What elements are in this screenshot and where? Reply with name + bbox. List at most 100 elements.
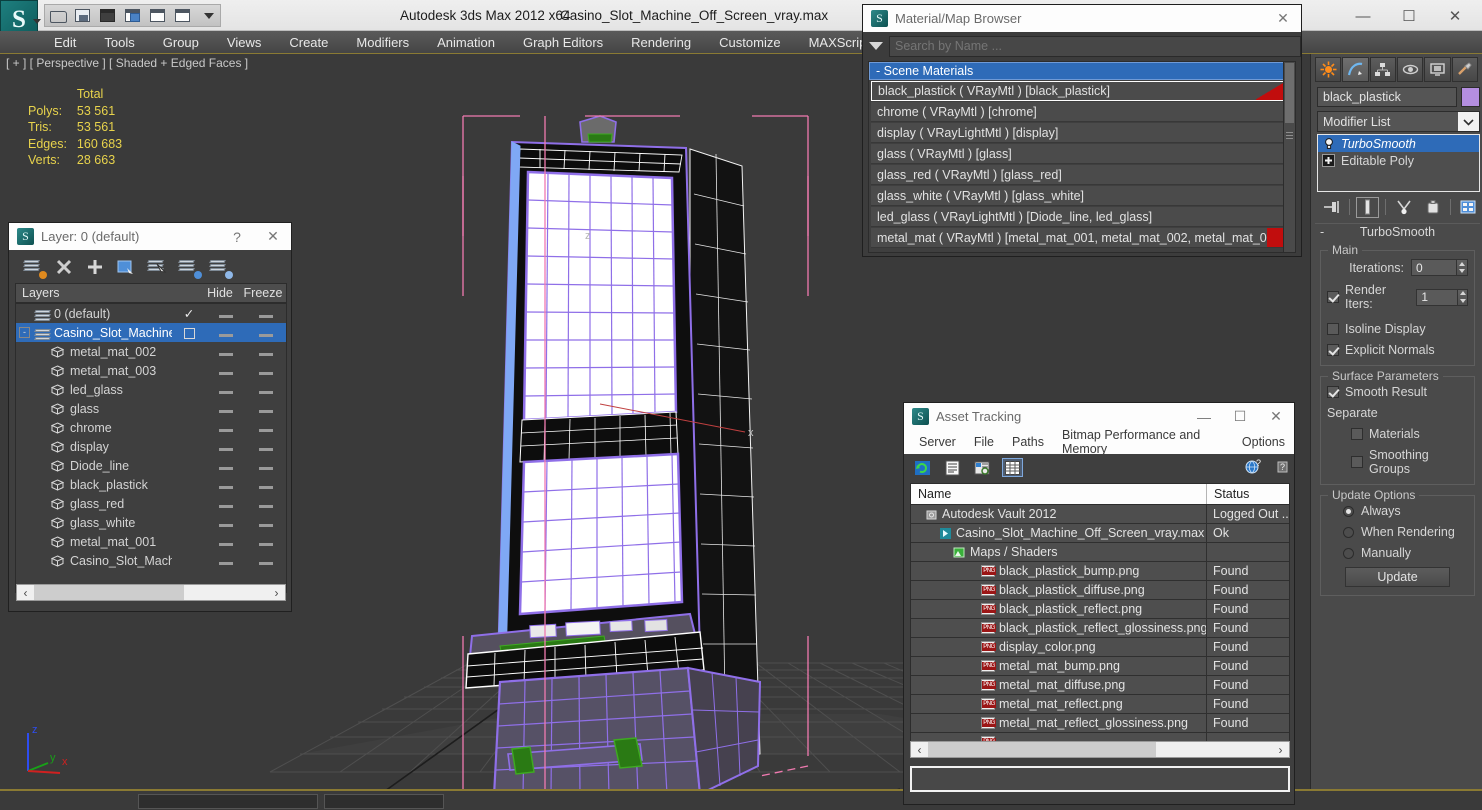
motion-tab[interactable] (1396, 57, 1424, 82)
layer-row[interactable]: chrome (16, 418, 286, 437)
material-browser-titlebar[interactable]: S Material/Map Browser ✕ (863, 5, 1301, 32)
layer-hide-toggle[interactable] (206, 364, 246, 378)
asset-menu-bitmap-performance[interactable]: Bitmap Performance and Memory (1053, 428, 1233, 456)
close-button[interactable]: ✕ (1432, 4, 1478, 28)
isoline-display-checkbox[interactable] (1327, 323, 1339, 335)
layer-hide-toggle[interactable] (206, 459, 246, 473)
update-button[interactable]: Update (1345, 567, 1450, 587)
update-when-rendering-radio[interactable] (1343, 526, 1354, 538)
separate-materials-checkbox[interactable] (1351, 428, 1363, 440)
layer-row[interactable]: - Casino_Slot_Machine (16, 323, 286, 342)
layer-expander-icon[interactable]: - (19, 327, 30, 338)
layer-hide-toggle[interactable] (206, 345, 246, 359)
layer-current-check[interactable]: ✓ (172, 306, 206, 321)
layer-freeze-toggle[interactable] (246, 345, 286, 359)
set-current-layer-to-selection-icon[interactable] (147, 258, 169, 277)
material-row[interactable]: glass_white ( VRayMtl ) [glass_white] (871, 186, 1287, 206)
scene-materials-group-header[interactable]: - Scene Materials (869, 62, 1289, 80)
modifier-stack-item-turbosmooth[interactable]: TurboSmooth (1318, 135, 1479, 152)
layer-hide-toggle[interactable] (206, 326, 246, 340)
render-iters-spinner[interactable] (1458, 288, 1468, 306)
layer-window-titlebar[interactable]: S Layer: 0 (default) ? ✕ (9, 223, 291, 250)
material-row[interactable]: display ( VRayLightMtl ) [display] (871, 123, 1287, 143)
menu-item-modifiers[interactable]: Modifiers (342, 31, 423, 54)
table-row[interactable]: metal_mat_reflect.png Found (911, 694, 1289, 714)
menu-item-edit[interactable]: Edit (40, 31, 90, 54)
pin-stack-icon[interactable] (1320, 197, 1343, 218)
table-row[interactable]: Autodesk Vault 2012 Logged Out ... (911, 505, 1289, 524)
layer-freeze-toggle[interactable] (246, 554, 286, 568)
lightbulb-icon[interactable] (1322, 137, 1337, 150)
layer-freeze-toggle[interactable] (246, 516, 286, 530)
layer-freeze-toggle[interactable] (246, 497, 286, 511)
modify-tab[interactable] (1342, 57, 1369, 82)
separate-smoothing-groups-checkbox[interactable] (1351, 456, 1363, 468)
layer-freeze-toggle[interactable] (246, 307, 286, 321)
table-row[interactable]: black_plastick_reflect.png Found (911, 599, 1289, 619)
chevron-down-icon[interactable] (1458, 112, 1479, 131)
material-browser-close-button[interactable]: ✕ (1265, 6, 1301, 32)
menu-item-rendering[interactable]: Rendering (617, 31, 705, 54)
layer-hide-toggle[interactable] (206, 421, 246, 435)
layer-hide-toggle[interactable] (206, 516, 246, 530)
scroll-thumb[interactable] (1285, 63, 1294, 123)
new-scene-button[interactable] (145, 5, 170, 26)
layer-row[interactable]: Casino_Slot_Machine (16, 551, 286, 570)
object-name-field[interactable]: black_plastick (1317, 87, 1457, 107)
layer-hide-toggle[interactable] (206, 402, 246, 416)
layer-hide-toggle[interactable] (206, 478, 246, 492)
layer-freeze-toggle[interactable] (246, 383, 286, 397)
minimize-button[interactable]: — (1340, 4, 1386, 28)
show-end-result-icon[interactable] (1356, 196, 1379, 218)
scroll-track[interactable] (34, 585, 268, 600)
material-map-browser-window[interactable]: S Material/Map Browser ✕ - Scene Materia… (862, 4, 1302, 257)
delete-layer-icon[interactable] (55, 258, 76, 277)
scroll-left-icon[interactable]: ‹ (17, 586, 34, 600)
layer-hide-toggle[interactable] (206, 497, 246, 511)
scroll-left-icon[interactable]: ‹ (911, 743, 928, 757)
plus-box-icon[interactable] (1322, 154, 1337, 167)
material-list-scrollbar[interactable] (1283, 61, 1296, 253)
material-row[interactable]: glass_red ( VRayMtl ) [glass_red] (871, 165, 1287, 185)
scroll-track[interactable] (928, 742, 1272, 757)
help-globe-icon[interactable]: ? (1243, 458, 1264, 477)
asset-menu-file[interactable]: File (965, 435, 1003, 449)
material-row[interactable]: glass ( VRayMtl ) [glass] (871, 144, 1287, 164)
asset-maximize-button[interactable]: ☐ (1222, 404, 1258, 430)
add-selection-to-layer-icon[interactable] (86, 258, 107, 277)
menu-item-graph-editors[interactable]: Graph Editors (509, 31, 617, 54)
asset-horizontal-scrollbar[interactable]: ‹ › (910, 741, 1290, 758)
rollout-collapse-icon[interactable]: - (1320, 225, 1324, 239)
layer-row[interactable]: Diode_line (16, 456, 286, 475)
display-tab[interactable] (1424, 57, 1451, 82)
make-unique-icon[interactable] (1392, 197, 1415, 218)
layer-freeze-toggle[interactable] (246, 440, 286, 454)
table-row[interactable]: Maps / Shaders (911, 542, 1289, 562)
layer-row[interactable]: led_glass (16, 380, 286, 399)
browser-options-icon[interactable] (869, 42, 883, 50)
scroll-right-icon[interactable]: › (1272, 743, 1289, 757)
turbosmooth-rollout-header[interactable]: - TurboSmooth (1315, 223, 1480, 240)
list-view-icon[interactable] (942, 458, 963, 477)
layer-hide-toggle[interactable] (206, 440, 246, 454)
material-search-bar[interactable] (865, 34, 1301, 58)
layer-freeze-toggle[interactable] (246, 364, 286, 378)
material-row[interactable]: metal_mat ( VRayMtl ) [metal_mat_001, me… (871, 228, 1287, 248)
object-color-swatch[interactable] (1461, 87, 1480, 107)
layer-row[interactable]: glass_white (16, 513, 286, 532)
layer-hide-toggle[interactable] (206, 383, 246, 397)
scroll-thumb[interactable] (928, 742, 1156, 757)
layer-freeze-toggle[interactable] (246, 535, 286, 549)
modifier-list-dropdown[interactable]: Modifier List (1317, 111, 1480, 132)
asset-minimize-button[interactable]: — (1186, 404, 1222, 430)
modifier-stack-item-editable-poly[interactable]: Editable Poly (1318, 152, 1479, 169)
hierarchy-tab[interactable] (1369, 57, 1396, 82)
table-row[interactable]: black_plastick_diffuse.png Found (911, 580, 1289, 600)
app-menu-arrow-icon[interactable] (33, 19, 41, 24)
remove-modifier-icon[interactable] (1421, 197, 1444, 218)
detail-view-icon[interactable] (972, 458, 993, 477)
grid-view-icon[interactable] (1002, 458, 1023, 477)
context-help-icon[interactable]: ? (1273, 458, 1294, 477)
menu-item-tools[interactable]: Tools (90, 31, 148, 54)
configure-modifier-sets-icon[interactable] (1457, 197, 1480, 218)
